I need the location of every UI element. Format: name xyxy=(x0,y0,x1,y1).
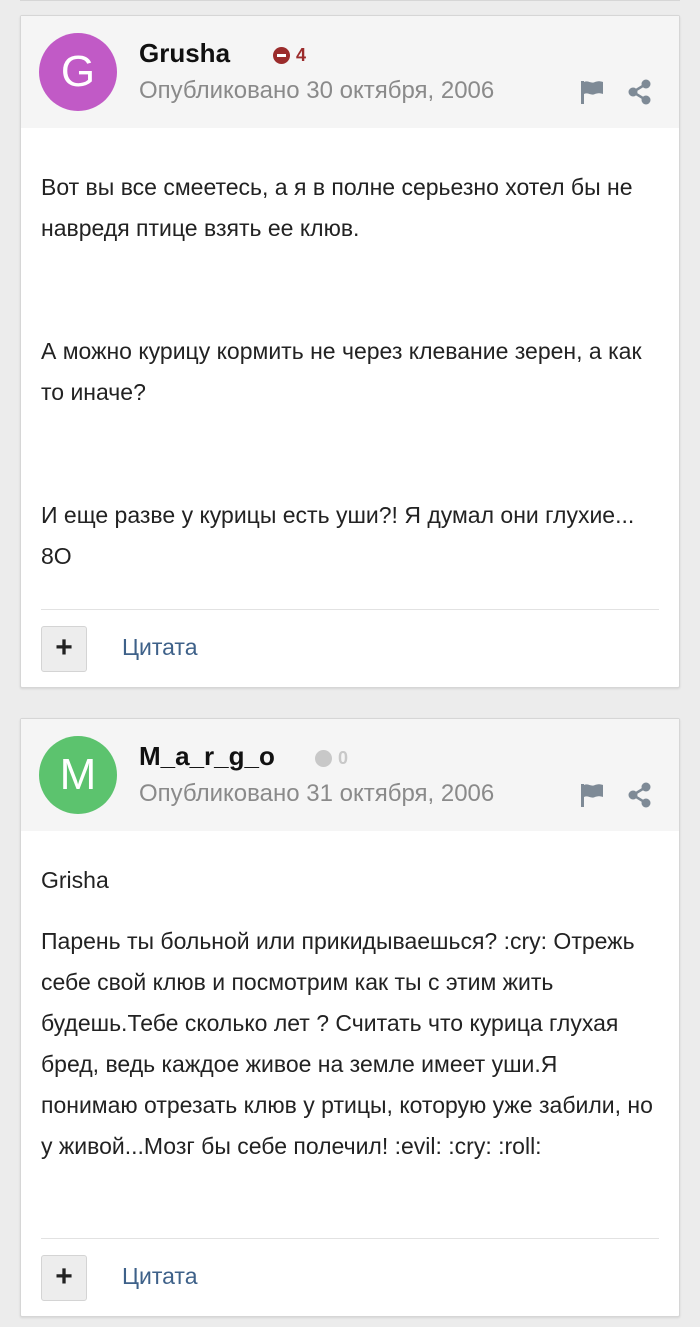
post-content: Вот вы все смеетесь, а я в полне серьезн… xyxy=(21,128,679,577)
avatar[interactable]: M xyxy=(39,736,117,814)
reputation-count: 4 xyxy=(296,45,307,65)
circle-icon xyxy=(315,750,332,767)
post-header: G Grusha 4 Опубликовано 30 октября, 2006 xyxy=(21,16,679,128)
avatar[interactable]: G xyxy=(39,33,117,111)
post-paragraph: И еще разве у курицы есть уши?! Я думал … xyxy=(41,502,635,569)
post-date: Опубликовано 31 октября, 2006 xyxy=(139,780,495,807)
post-paragraph: Grisha xyxy=(41,867,109,893)
reputation-count: 0 xyxy=(338,748,349,768)
minus-circle-icon xyxy=(273,47,290,64)
flag-icon[interactable] xyxy=(578,78,606,106)
previous-post-edge xyxy=(20,0,680,1)
post-paragraph: А можно курицу кормить не через клевание… xyxy=(41,338,642,405)
flag-icon[interactable] xyxy=(578,781,606,809)
reputation-badge: 4 xyxy=(273,45,306,66)
forum-post: G Grusha 4 Опубликовано 30 октября, 2006… xyxy=(20,15,680,688)
post-content: Grisha Парень ты больной или прикидываеш… xyxy=(21,831,679,1167)
quote-link[interactable]: Цитата xyxy=(122,1263,198,1290)
multiquote-button[interactable]: + xyxy=(41,626,87,672)
post-paragraph: Вот вы все смеетесь, а я в полне серьезн… xyxy=(41,174,633,241)
post-header: M M_a_r_g_o 0 Опубликовано 31 октября, 2… xyxy=(21,719,679,831)
post-footer: + Цитата xyxy=(41,609,659,687)
author-name[interactable]: M_a_r_g_o xyxy=(139,741,275,772)
post-date: Опубликовано 30 октября, 2006 xyxy=(139,77,495,104)
multiquote-button[interactable]: + xyxy=(41,1255,87,1301)
share-icon[interactable] xyxy=(626,78,654,106)
post-paragraph: Парень ты больной или прикидываешься? :c… xyxy=(41,928,653,1159)
author-name[interactable]: Grusha xyxy=(139,38,230,69)
share-icon[interactable] xyxy=(626,781,654,809)
forum-post: M M_a_r_g_o 0 Опубликовано 31 октября, 2… xyxy=(20,718,680,1317)
reputation-badge: 0 xyxy=(315,748,348,769)
post-footer: + Цитата xyxy=(41,1238,659,1316)
quote-link[interactable]: Цитата xyxy=(122,634,198,661)
